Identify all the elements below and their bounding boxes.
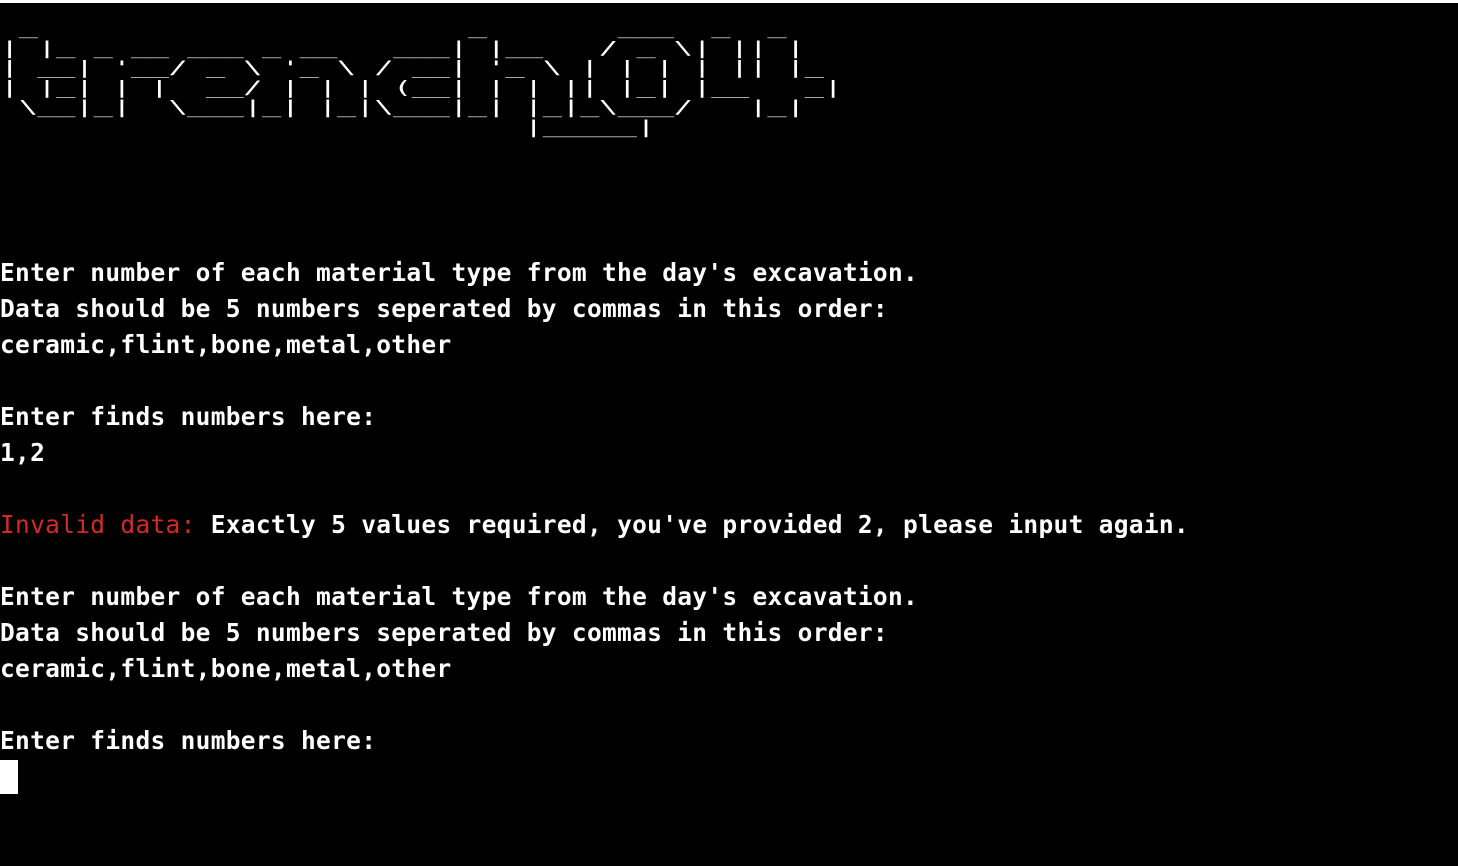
text-cursor[interactable]: [0, 760, 18, 794]
order-line-repeat: ceramic,flint,bone,metal,other: [0, 654, 452, 683]
terminal-window[interactable]: _ _ ___ _ _ | |_ _ __ ___ _ __ ___| |__ …: [0, 3, 1458, 866]
prompt-line-2: Data should be 5 numbers seperated by co…: [0, 294, 888, 323]
prompt-line-1-repeat: Enter number of each material type from …: [0, 582, 919, 611]
error-message: Exactly 5 values required, you've provid…: [195, 510, 1189, 539]
prompt-line-2-repeat: Data should be 5 numbers seperated by co…: [0, 618, 888, 647]
ascii-banner: _ _ ___ _ _ | |_ _ __ ___ _ __ ___| |__ …: [0, 17, 843, 138]
input-prompt-active: Enter finds numbers here:: [0, 726, 377, 755]
terminal-output: Enter number of each material type from …: [0, 255, 1458, 794]
order-line: ceramic,flint,bone,metal,other: [0, 330, 452, 359]
user-input-echo: 1,2: [0, 438, 46, 467]
error-line: Invalid data: Exactly 5 values required,…: [0, 507, 1458, 543]
prompt-line-1: Enter number of each material type from …: [0, 258, 919, 287]
error-label: Invalid data:: [0, 510, 196, 539]
input-prompt: Enter finds numbers here:: [0, 402, 377, 431]
